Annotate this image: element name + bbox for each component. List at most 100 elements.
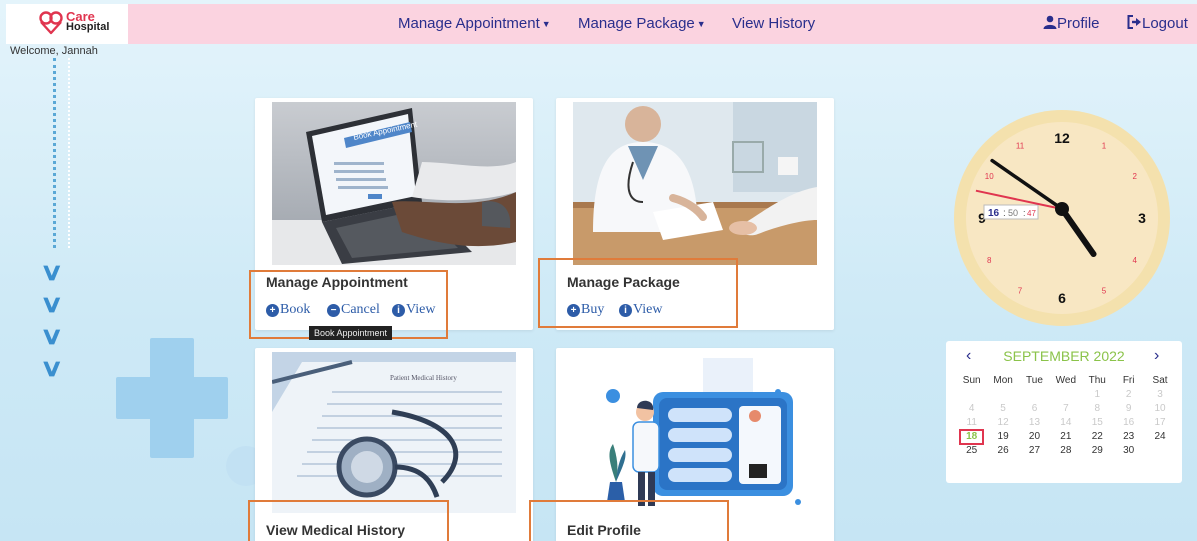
week-row: 11 12 13 14 15 16 17 <box>956 416 1176 430</box>
calendar-day <box>1144 444 1175 458</box>
logout-icon <box>1127 15 1141 29</box>
nav-manage-appointment[interactable]: Manage Appointment ▼ <box>398 15 551 32</box>
highlight-box <box>538 258 738 328</box>
clock-number: 10 <box>985 172 994 181</box>
heart-logo-icon <box>39 11 63 35</box>
welcome-text: Welcome, Jannah <box>10 45 98 57</box>
doctor-profile-illustration <box>573 352 817 513</box>
weekday-label: Tue <box>1026 375 1043 386</box>
clock-face: 12 1234567891011 16 : 50 : 47 <box>954 110 1170 326</box>
calendar-month-label: SEPTEMBER 2022 <box>1003 348 1125 364</box>
calendar-day[interactable]: 3 <box>1144 388 1175 402</box>
user-icon <box>1043 15 1057 29</box>
calendar-day[interactable]: 4 <box>956 402 987 416</box>
calendar-day[interactable]: 27 <box>1019 444 1050 458</box>
weekday-label: Wed <box>1055 375 1077 386</box>
nav-label: Manage Package <box>578 15 695 32</box>
nav-label: Manage Appointment <box>398 15 540 32</box>
calendar-day[interactable]: 28 <box>1050 444 1081 458</box>
calendar-day[interactable]: 16 <box>1113 416 1144 430</box>
clock-center <box>1055 202 1069 216</box>
clock-number: 11 <box>1016 141 1025 150</box>
calendar-day[interactable]: 17 <box>1144 416 1175 430</box>
calendar-day[interactable]: 7 <box>1050 402 1081 416</box>
calendar-day <box>956 388 987 402</box>
calendar-day[interactable]: 9 <box>1113 402 1144 416</box>
clock-number: 5 <box>1102 287 1107 296</box>
doctor-consultation-image <box>573 102 817 265</box>
digital-sep: : <box>1023 208 1026 218</box>
weekday-label: Sat <box>1152 375 1168 386</box>
calendar-day[interactable]: 30 <box>1113 444 1144 458</box>
calendar-day[interactable]: 20 <box>1019 430 1050 444</box>
logout-label: Logout <box>1142 15 1188 32</box>
logo-hospital-text: Hospital <box>66 21 110 33</box>
calendar-day[interactable]: 11 <box>956 416 987 430</box>
calendar-day[interactable]: 2 <box>1113 388 1144 402</box>
clock-number: 3 <box>1138 210 1146 226</box>
nav-label: View History <box>732 15 816 32</box>
highlight-box <box>529 500 729 541</box>
clock-number: 7 <box>1018 287 1023 296</box>
calendar-day[interactable]: 23 <box>1113 430 1144 444</box>
analog-clock: 12 1 2 3 4 5 6 7 8 9 10 11 16 : 50 : 47 <box>953 109 1171 327</box>
calendar-day[interactable]: 26 <box>987 444 1018 458</box>
calendar-day <box>1019 388 1050 402</box>
week-row: 123 <box>956 388 1176 402</box>
calendar-day[interactable]: 15 <box>1082 416 1113 430</box>
weekday-label: Thu <box>1088 375 1106 386</box>
calendar-day[interactable]: 24 <box>1144 430 1175 444</box>
chevron-down-icon: ∨ <box>39 259 64 286</box>
logout-link[interactable]: Logout <box>1127 15 1188 32</box>
laptop-booking-image: Book Appointment <box>272 102 516 265</box>
document-text: Patient Medical History <box>390 374 457 382</box>
calendar-day[interactable]: 6 <box>1019 402 1050 416</box>
highlight-box <box>248 500 449 541</box>
digital-second: 47 <box>1027 209 1036 218</box>
weekday-row: Sun Mon Tue Wed Thu Fri Sat <box>956 374 1176 388</box>
medical-history-image: Patient Medical History <box>272 352 516 513</box>
chevron-down-icon: ∨ <box>39 355 64 382</box>
week-row: 25 26 27 28 29 30 <box>956 444 1176 458</box>
today-highlight <box>959 429 985 445</box>
calendar-day[interactable]: 22 <box>1082 430 1113 444</box>
digital-minute: 50 <box>1008 208 1018 218</box>
week-row: 4 5 6 7 8 9 10 <box>956 402 1176 416</box>
dotted-line-decoration <box>53 58 56 248</box>
weekday-label: Mon <box>993 375 1013 386</box>
calendar-day[interactable]: 19 <box>987 430 1018 444</box>
calendar-day[interactable]: 1 <box>1082 388 1113 402</box>
calendar-day <box>1050 388 1081 402</box>
tooltip: Book Appointment <box>309 326 393 340</box>
calendar-day <box>987 388 1018 402</box>
calendar-day[interactable]: 12 <box>987 416 1018 430</box>
caret-down-icon: ▼ <box>696 19 706 30</box>
clock-number: 8 <box>987 256 992 265</box>
top-navbar: Care Hospital Manage Appointment ▼ Manage… <box>6 4 1197 44</box>
profile-link[interactable]: Profile <box>1043 15 1100 32</box>
calendar-day[interactable]: 25 <box>956 444 987 458</box>
weekday-label: Fri <box>1122 375 1135 386</box>
calendar-day[interactable]: 13 <box>1019 416 1050 430</box>
calendar-grid: Sun Mon Tue Wed Thu Fri Sat 1 2 3 4 5 6 7 8 9 10 11 12 13 14… <box>956 374 1176 458</box>
digital-sep: : <box>1003 208 1006 219</box>
calendar-day[interactable]: 14 <box>1050 416 1081 430</box>
clock-number: 1 <box>1102 141 1107 150</box>
calendar-day[interactable]: 5 <box>987 402 1018 416</box>
chevron-down-icon: ∨ <box>39 291 64 318</box>
nav-manage-package[interactable]: Manage Package ▼ <box>578 15 706 32</box>
clock-number: 4 <box>1133 256 1138 265</box>
calendar-day[interactable]: 21 <box>1050 430 1081 444</box>
calendar-widget: ‹ SEPTEMBER 2022 › Sun Mon Tue Wed Thu Fri Sat… <box>946 341 1182 483</box>
logo[interactable]: Care Hospital <box>6 4 128 44</box>
digital-hour: 16 <box>988 208 1000 219</box>
calendar-day[interactable]: 10 <box>1144 402 1175 416</box>
chevron-down-icon: ∨ <box>39 323 64 350</box>
nav-view-history[interactable]: View History <box>732 15 815 32</box>
week-row: 18 19 20 21 22 23 24 <box>956 430 1176 444</box>
caret-down-icon: ▼ <box>541 19 551 30</box>
next-month-button[interactable]: › <box>1154 347 1159 365</box>
weekday-label: Sun <box>962 375 981 386</box>
calendar-day[interactable]: 29 <box>1082 444 1113 458</box>
calendar-day[interactable]: 8 <box>1082 402 1113 416</box>
